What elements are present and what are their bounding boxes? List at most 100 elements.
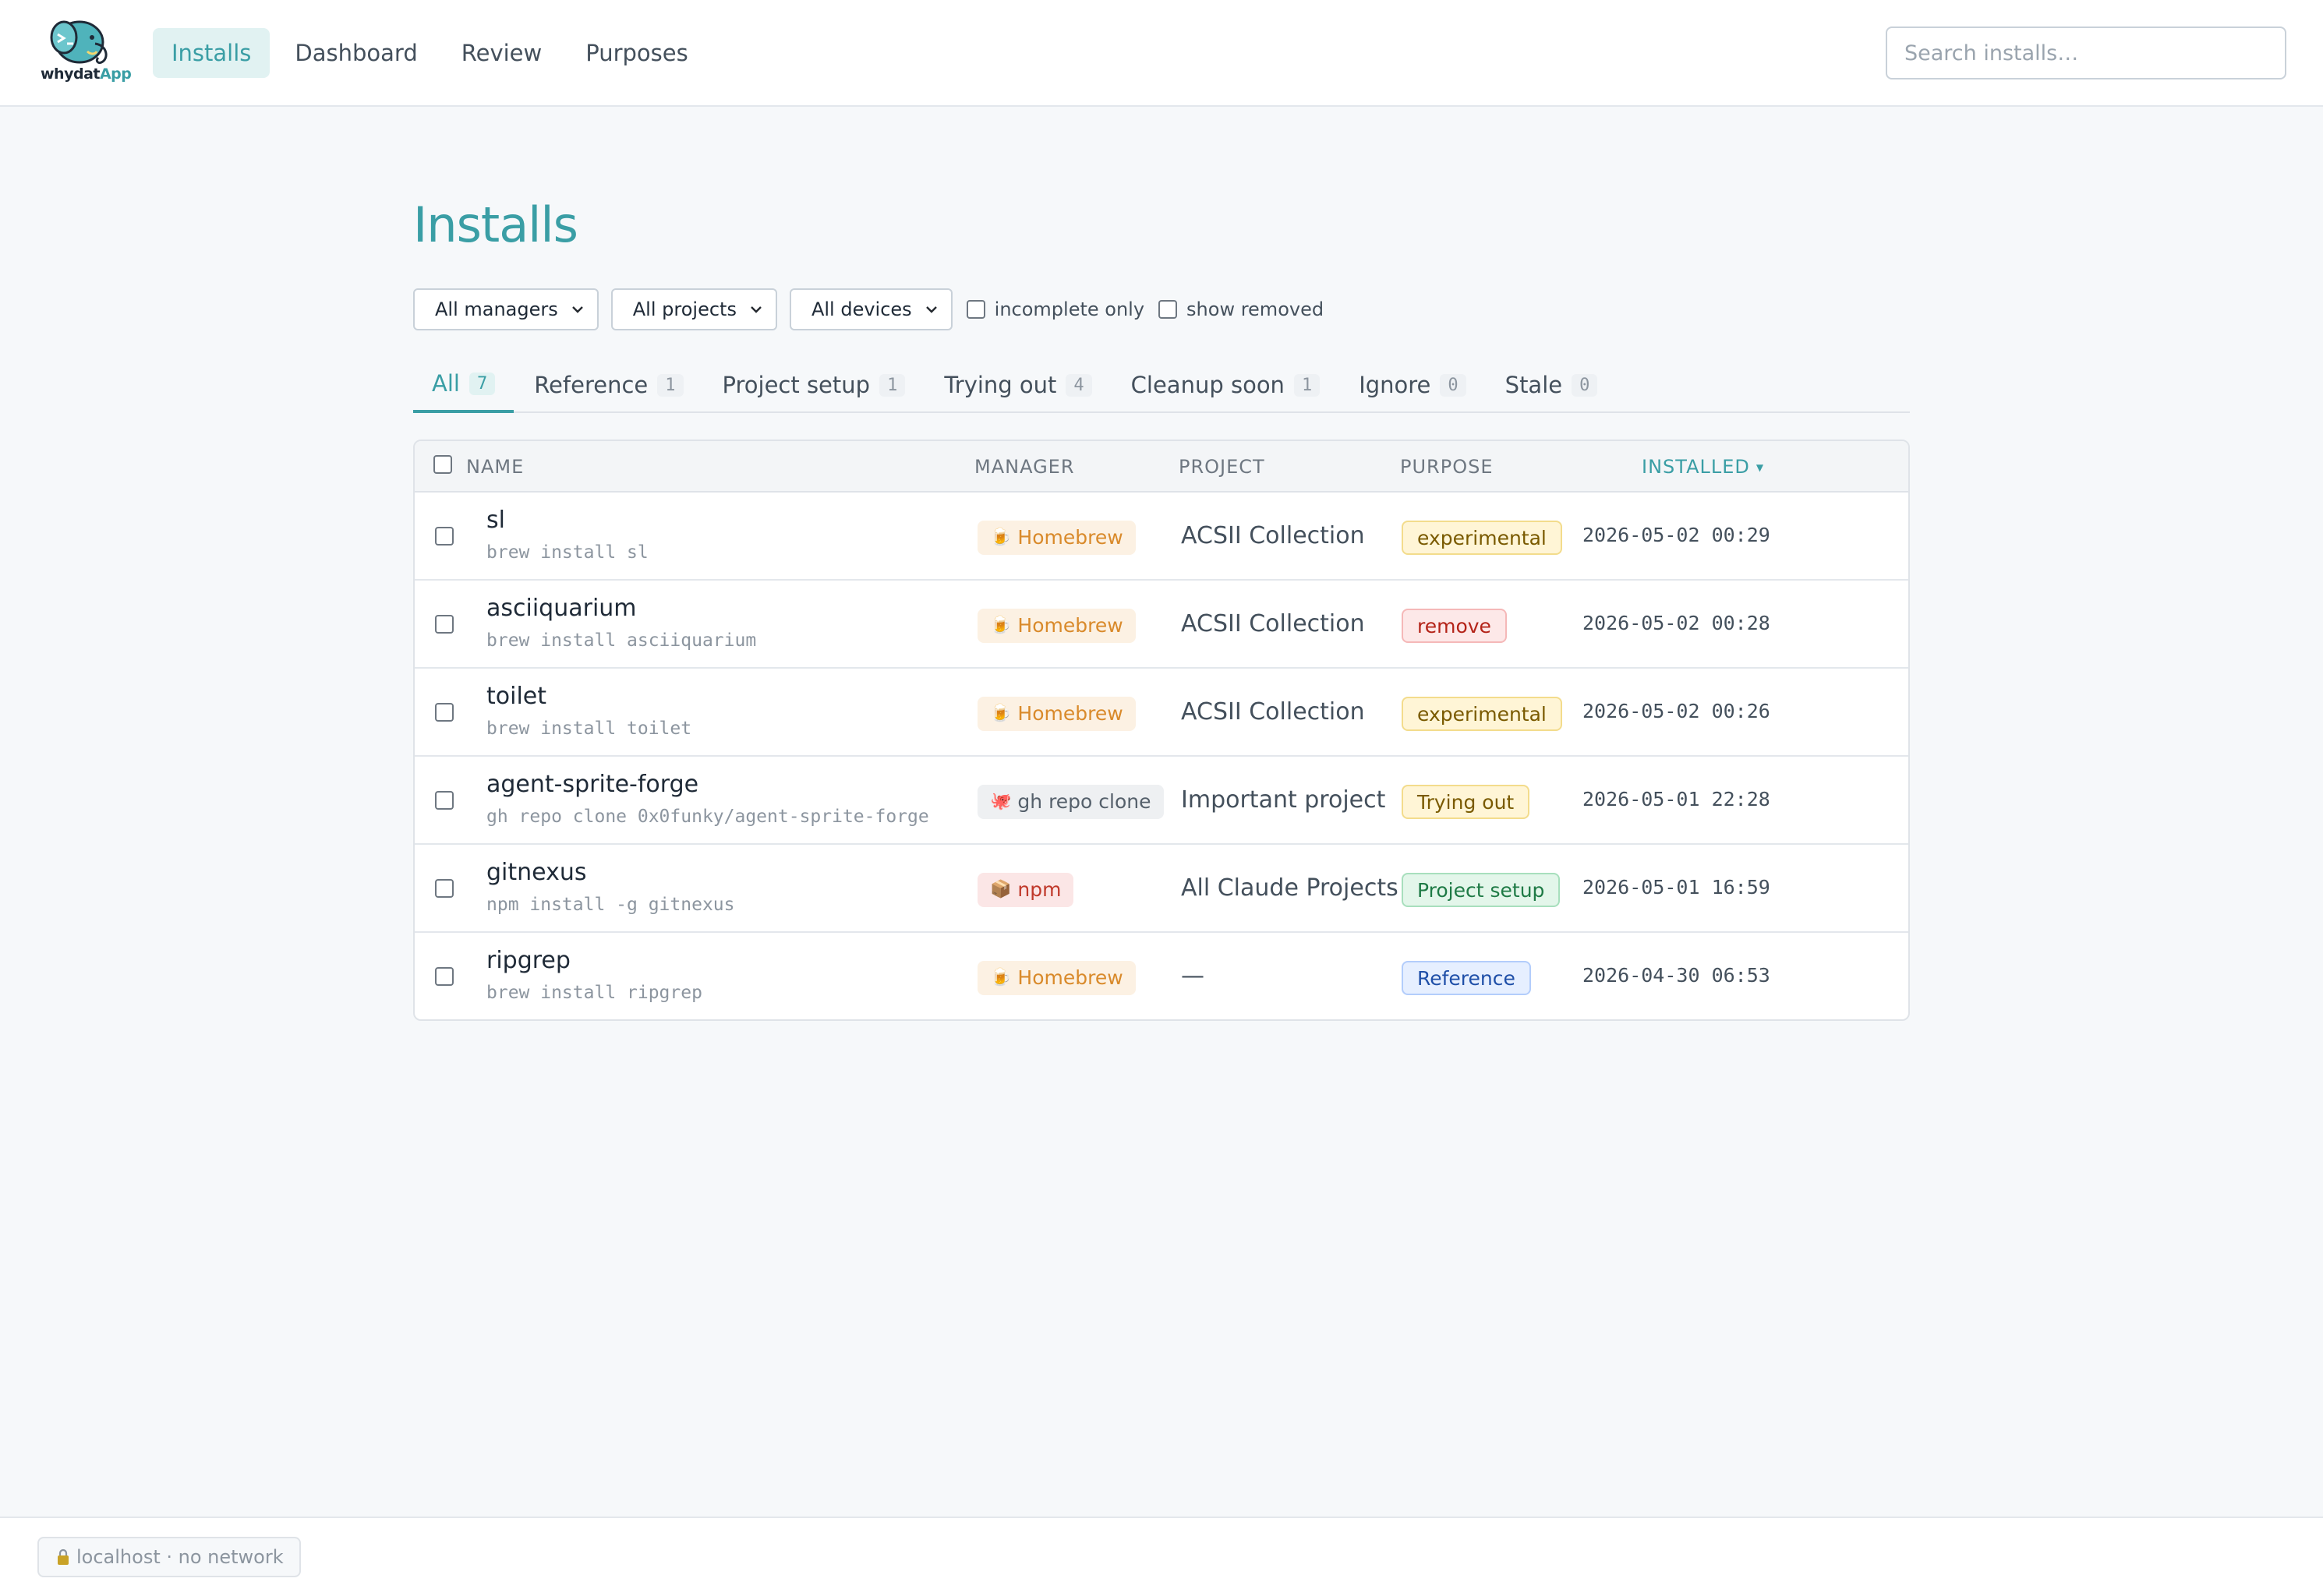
tab-count-badge: 7 bbox=[468, 372, 496, 395]
installed-timestamp: 2026-05-01 22:28 bbox=[1582, 788, 1770, 810]
table-row[interactable]: sl brew install sl 🍺 Homebrew ACSII Colle… bbox=[415, 493, 1908, 581]
tab-cleanup-soon[interactable]: Cleanup soon 1 bbox=[1112, 357, 1339, 413]
manager-label: npm bbox=[1017, 878, 1062, 901]
install-name[interactable]: ripgrep bbox=[486, 947, 571, 974]
install-name[interactable]: gitnexus bbox=[486, 859, 586, 886]
tab-count-badge: 4 bbox=[1066, 373, 1092, 397]
column-header-name[interactable]: NAME bbox=[466, 441, 524, 493]
network-status-text: localhost · no network bbox=[76, 1546, 284, 1568]
installed-timestamp: 2026-05-02 00:28 bbox=[1582, 612, 1770, 634]
tab-count-badge: 1 bbox=[657, 373, 684, 397]
table-row[interactable]: asciiquarium brew install asciiquarium 🍺… bbox=[415, 581, 1908, 669]
purpose-badge[interactable]: Trying out bbox=[1402, 785, 1530, 819]
row-checkbox[interactable] bbox=[435, 879, 454, 898]
project-name: — bbox=[1181, 962, 1204, 990]
show-removed-toggle[interactable]: show removed bbox=[1158, 298, 1324, 320]
row-checkbox[interactable] bbox=[435, 527, 454, 546]
purpose-badge[interactable]: Reference bbox=[1402, 961, 1531, 995]
device-filter-select[interactable]: All devices bbox=[789, 288, 953, 330]
purpose-badge[interactable]: experimental bbox=[1402, 697, 1562, 731]
nav-item-purposes[interactable]: Purposes bbox=[567, 28, 707, 78]
install-name[interactable]: sl bbox=[486, 507, 505, 534]
device-filter-value: All devices bbox=[811, 298, 912, 320]
project-filter-select[interactable]: All projects bbox=[610, 288, 777, 330]
column-header-installed[interactable]: INSTALLED ▼ bbox=[1642, 441, 1764, 493]
tab-label: Cleanup soon bbox=[1130, 372, 1285, 398]
tab-stale[interactable]: Stale 0 bbox=[1487, 357, 1617, 413]
tab-label: All bbox=[432, 370, 460, 397]
manager-badge: 📦 npm bbox=[978, 873, 1074, 907]
nav-item-review[interactable]: Review bbox=[443, 28, 560, 78]
install-name[interactable]: asciiquarium bbox=[486, 595, 637, 622]
tab-trying-out[interactable]: Trying out 4 bbox=[925, 357, 1110, 413]
app-logo[interactable]: whydatApp bbox=[41, 17, 132, 87]
select-all-checkbox[interactable] bbox=[433, 455, 452, 474]
tab-label: Ignore bbox=[1359, 372, 1431, 398]
tab-label: Stale bbox=[1504, 372, 1563, 398]
manager-label: gh repo clone bbox=[1017, 790, 1151, 813]
main-nav: Installs Dashboard Review Purposes bbox=[153, 28, 713, 78]
manager-badge: 🐙 gh repo clone bbox=[978, 785, 1164, 819]
column-header-purpose[interactable]: PURPOSE bbox=[1400, 441, 1493, 493]
nav-item-installs[interactable]: Installs bbox=[153, 28, 270, 78]
table-header: NAME MANAGER PROJECT PURPOSE INSTALLED ▼ bbox=[415, 441, 1908, 493]
install-name[interactable]: toilet bbox=[486, 683, 546, 710]
tab-reference[interactable]: Reference 1 bbox=[515, 357, 702, 413]
manager-label: Homebrew bbox=[1017, 702, 1123, 725]
beer-mug-icon: 🍺 bbox=[990, 616, 1012, 635]
project-name: ACSII Collection bbox=[1181, 610, 1365, 637]
show-removed-checkbox[interactable] bbox=[1158, 300, 1178, 319]
manager-label: Homebrew bbox=[1017, 614, 1123, 637]
chevron-down-icon bbox=[925, 306, 937, 313]
table-row[interactable]: ripgrep brew install ripgrep 🍺 Homebrew —… bbox=[415, 933, 1908, 1019]
purpose-tabs: All 7 Reference 1 Project setup 1 Trying ou… bbox=[413, 357, 1910, 413]
install-command: brew install asciiquarium bbox=[486, 630, 757, 651]
row-checkbox[interactable] bbox=[435, 703, 454, 722]
tab-ignore[interactable]: Ignore 0 bbox=[1340, 357, 1484, 413]
project-name: Important project bbox=[1181, 786, 1386, 814]
octopus-icon: 🐙 bbox=[990, 792, 1012, 811]
project-name: ACSII Collection bbox=[1181, 698, 1365, 726]
manager-badge: 🍺 Homebrew bbox=[978, 521, 1136, 555]
tab-all[interactable]: All 7 bbox=[413, 357, 514, 413]
install-name[interactable]: agent-sprite-forge bbox=[486, 771, 698, 798]
installed-timestamp: 2026-05-02 00:29 bbox=[1582, 524, 1770, 546]
manager-filter-select[interactable]: All managers bbox=[413, 288, 599, 330]
install-command: npm install -g gitnexus bbox=[486, 895, 735, 915]
column-header-project[interactable]: PROJECT bbox=[1179, 441, 1265, 493]
chevron-down-icon bbox=[571, 306, 583, 313]
package-icon: 📦 bbox=[990, 880, 1012, 899]
tab-label: Reference bbox=[534, 372, 649, 398]
search-input[interactable] bbox=[1886, 26, 2286, 79]
incomplete-only-label: incomplete only bbox=[994, 298, 1145, 320]
incomplete-only-checkbox[interactable] bbox=[966, 300, 985, 319]
tab-count-badge: 0 bbox=[1440, 373, 1466, 397]
tab-label: Trying out bbox=[944, 372, 1057, 398]
purpose-badge[interactable]: experimental bbox=[1402, 521, 1562, 555]
logo-wordmark: whydatApp bbox=[41, 65, 132, 83]
show-removed-label: show removed bbox=[1186, 298, 1324, 320]
installed-timestamp: 2026-05-01 16:59 bbox=[1582, 876, 1770, 899]
purpose-badge[interactable]: Project setup bbox=[1402, 873, 1561, 907]
manager-filter-value: All managers bbox=[435, 298, 558, 320]
row-checkbox[interactable] bbox=[435, 967, 454, 986]
tab-project-setup[interactable]: Project setup 1 bbox=[704, 357, 925, 413]
project-name: All Claude Projects bbox=[1181, 874, 1398, 902]
purpose-badge[interactable]: remove bbox=[1402, 609, 1507, 643]
manager-label: Homebrew bbox=[1017, 526, 1123, 549]
nav-item-dashboard[interactable]: Dashboard bbox=[276, 28, 436, 78]
tab-count-badge: 1 bbox=[879, 373, 906, 397]
installed-timestamp: 2026-04-30 06:53 bbox=[1582, 964, 1770, 987]
manager-badge: 🍺 Homebrew bbox=[978, 961, 1136, 995]
row-checkbox[interactable] bbox=[435, 615, 454, 634]
network-status-badge: localhost · no network bbox=[37, 1537, 301, 1577]
table-row[interactable]: toilet brew install toilet 🍺 Homebrew ACS… bbox=[415, 669, 1908, 757]
table-row[interactable]: agent-sprite-forge gh repo clone 0x0funk… bbox=[415, 757, 1908, 845]
install-command: gh repo clone 0x0funky/agent-sprite-forg… bbox=[486, 807, 929, 827]
row-checkbox[interactable] bbox=[435, 791, 454, 810]
sort-desc-icon: ▼ bbox=[1756, 462, 1765, 473]
table-row[interactable]: gitnexus npm install -g gitnexus 📦 npm Al… bbox=[415, 845, 1908, 933]
column-header-manager[interactable]: MANAGER bbox=[974, 441, 1075, 493]
incomplete-only-toggle[interactable]: incomplete only bbox=[966, 298, 1145, 320]
tab-count-badge: 1 bbox=[1293, 373, 1321, 397]
